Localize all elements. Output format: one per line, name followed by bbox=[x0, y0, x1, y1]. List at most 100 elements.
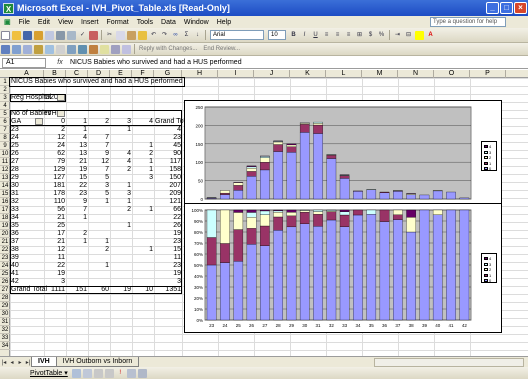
column-header[interactable]: H bbox=[182, 70, 218, 78]
row-header[interactable]: 10 bbox=[0, 150, 10, 158]
row-header[interactable]: 24 bbox=[0, 262, 10, 270]
merge-center-icon[interactable]: ⊞ bbox=[355, 31, 364, 40]
pivot-field-list-icon[interactable] bbox=[137, 368, 147, 378]
name-box[interactable]: A1 bbox=[2, 57, 46, 68]
minimize-button[interactable]: _ bbox=[486, 2, 499, 14]
menu-data[interactable]: Data bbox=[161, 19, 176, 26]
sort-ascending-icon[interactable]: ↓ bbox=[193, 31, 202, 40]
row-header[interactable]: 26 bbox=[0, 278, 10, 286]
fill-color-icon[interactable] bbox=[415, 30, 424, 40]
pivot-format-icon[interactable] bbox=[71, 368, 81, 378]
row-header[interactable]: 27 bbox=[0, 286, 10, 294]
print-icon[interactable] bbox=[56, 30, 65, 40]
pivot-show-detail-icon[interactable] bbox=[104, 368, 114, 378]
row-header[interactable]: 6 bbox=[0, 118, 10, 126]
pivottable-menu-button[interactable]: PivotTable ▾ bbox=[30, 369, 68, 377]
open-icon[interactable] bbox=[12, 30, 21, 40]
row-header[interactable]: 32 bbox=[0, 326, 10, 334]
row-header[interactable]: 7 bbox=[0, 126, 10, 134]
menu-file[interactable]: File bbox=[19, 19, 30, 26]
row-header[interactable]: 14 bbox=[0, 182, 10, 190]
row-header[interactable]: 25 bbox=[0, 270, 10, 278]
row-header[interactable]: 13 bbox=[0, 174, 10, 182]
column-header[interactable]: M bbox=[362, 70, 398, 78]
row-header[interactable]: 11 bbox=[0, 158, 10, 166]
column-header[interactable]: J bbox=[254, 70, 290, 78]
end-review-button[interactable]: End Review... bbox=[203, 46, 240, 52]
row-header[interactable]: 1 bbox=[0, 78, 10, 86]
font-size-box[interactable]: 10 bbox=[268, 30, 286, 40]
copy-icon[interactable] bbox=[116, 30, 125, 40]
pivot-hide-detail-icon[interactable] bbox=[93, 368, 103, 378]
align-left-icon[interactable]: ≡ bbox=[322, 31, 331, 40]
row-header[interactable]: 5 bbox=[0, 110, 10, 118]
row-header[interactable]: 29 bbox=[0, 302, 10, 310]
column-header[interactable]: D bbox=[88, 70, 110, 78]
currency-icon[interactable]: $ bbox=[366, 31, 375, 40]
cell-area[interactable]: NICUS Babies who survived and had a HUS … bbox=[9, 77, 528, 356]
autosum-icon[interactable]: Σ bbox=[182, 31, 191, 40]
bold-icon[interactable]: B bbox=[289, 31, 298, 40]
column-header[interactable]: O bbox=[434, 70, 470, 78]
menu-format[interactable]: Format bbox=[107, 19, 129, 26]
pivot-chart-icon[interactable] bbox=[82, 368, 92, 378]
prev-sheet-arrow[interactable]: ◂ bbox=[8, 359, 16, 366]
column-header[interactable]: F bbox=[132, 70, 154, 78]
row-header[interactable]: 4 bbox=[0, 102, 10, 110]
help-question-box[interactable]: Type a question for help bbox=[430, 17, 506, 27]
print-preview-icon[interactable] bbox=[67, 30, 76, 40]
row-header[interactable]: 19 bbox=[0, 222, 10, 230]
review-icon-3[interactable] bbox=[23, 44, 32, 54]
format-painter-icon[interactable] bbox=[138, 30, 147, 40]
email-icon[interactable] bbox=[45, 30, 54, 40]
row-header[interactable]: 22 bbox=[0, 246, 10, 254]
review-icon-5[interactable] bbox=[45, 44, 54, 54]
row-header[interactable]: 23 bbox=[0, 254, 10, 262]
pivot-refresh-icon[interactable]: ! bbox=[116, 369, 125, 378]
row-header[interactable]: 20 bbox=[0, 230, 10, 238]
chart-1[interactable]: 0501001502002502324252627282930313233343… bbox=[184, 100, 502, 212]
review-icon-12[interactable] bbox=[122, 44, 131, 54]
align-right-icon[interactable]: ≡ bbox=[344, 31, 353, 40]
percent-icon[interactable]: % bbox=[377, 31, 386, 40]
row-header[interactable]: 17 bbox=[0, 206, 10, 214]
hyperlink-icon[interactable]: ∞ bbox=[171, 31, 180, 40]
column-header[interactable]: B bbox=[44, 70, 66, 78]
italic-icon[interactable]: I bbox=[300, 31, 309, 40]
row-header[interactable]: 3 bbox=[0, 94, 10, 102]
row-header[interactable]: 31 bbox=[0, 318, 10, 326]
column-header[interactable]: L bbox=[326, 70, 362, 78]
row-header[interactable]: 9 bbox=[0, 142, 10, 150]
review-icon-8[interactable] bbox=[78, 44, 87, 54]
review-icon-11[interactable] bbox=[111, 44, 120, 54]
horizontal-scrollbar[interactable] bbox=[374, 357, 524, 367]
cell-a1-title[interactable]: NICUS Babies who survived and had a HUS … bbox=[9, 77, 185, 87]
worksheet-grid[interactable]: ABCDEFGHIJKLMNOP 1 2 3 4 5 6 7 8 9 10 11 12 13 14 15 16… bbox=[0, 70, 528, 356]
column-header[interactable]: P bbox=[470, 70, 506, 78]
pivot-field-settings-icon[interactable] bbox=[126, 368, 136, 378]
excel-doc-icon[interactable]: ▣ bbox=[4, 18, 11, 26]
column-header[interactable]: N bbox=[398, 70, 434, 78]
review-icon-1[interactable] bbox=[1, 44, 10, 54]
tab-ivh-outborn-vs-inborn[interactable]: IVH Outborn vs Inborn bbox=[55, 357, 140, 367]
cut-icon[interactable]: ✂ bbox=[105, 31, 114, 40]
menu-help[interactable]: Help bbox=[217, 19, 231, 26]
redo-icon[interactable]: ↷ bbox=[160, 31, 169, 40]
undo-icon[interactable]: ↶ bbox=[149, 31, 158, 40]
next-sheet-arrow[interactable]: ▸ bbox=[16, 359, 24, 366]
column-header[interactable]: E bbox=[110, 70, 132, 78]
menu-insert[interactable]: Insert bbox=[81, 19, 99, 26]
column-header[interactable]: G bbox=[154, 70, 182, 78]
review-icon-4[interactable] bbox=[34, 44, 43, 54]
chart-2[interactable]: 0% 10% 20% 30% 40% 50% 60% 70% 80% 90% 100% 23 24 25 2… bbox=[184, 203, 502, 333]
fx-icon[interactable]: fx bbox=[52, 59, 68, 66]
row-header[interactable]: 33 bbox=[0, 334, 10, 342]
font-name-box[interactable]: Arial bbox=[210, 30, 264, 40]
row-header[interactable]: 18 bbox=[0, 214, 10, 222]
row-header[interactable]: 8 bbox=[0, 134, 10, 142]
paste-icon[interactable] bbox=[127, 30, 136, 40]
reply-with-changes-button[interactable]: Reply with Changes... bbox=[139, 46, 197, 52]
menu-view[interactable]: View bbox=[58, 19, 73, 26]
tab-ivh[interactable]: IVH bbox=[31, 357, 57, 367]
column-header[interactable]: A bbox=[10, 70, 44, 78]
